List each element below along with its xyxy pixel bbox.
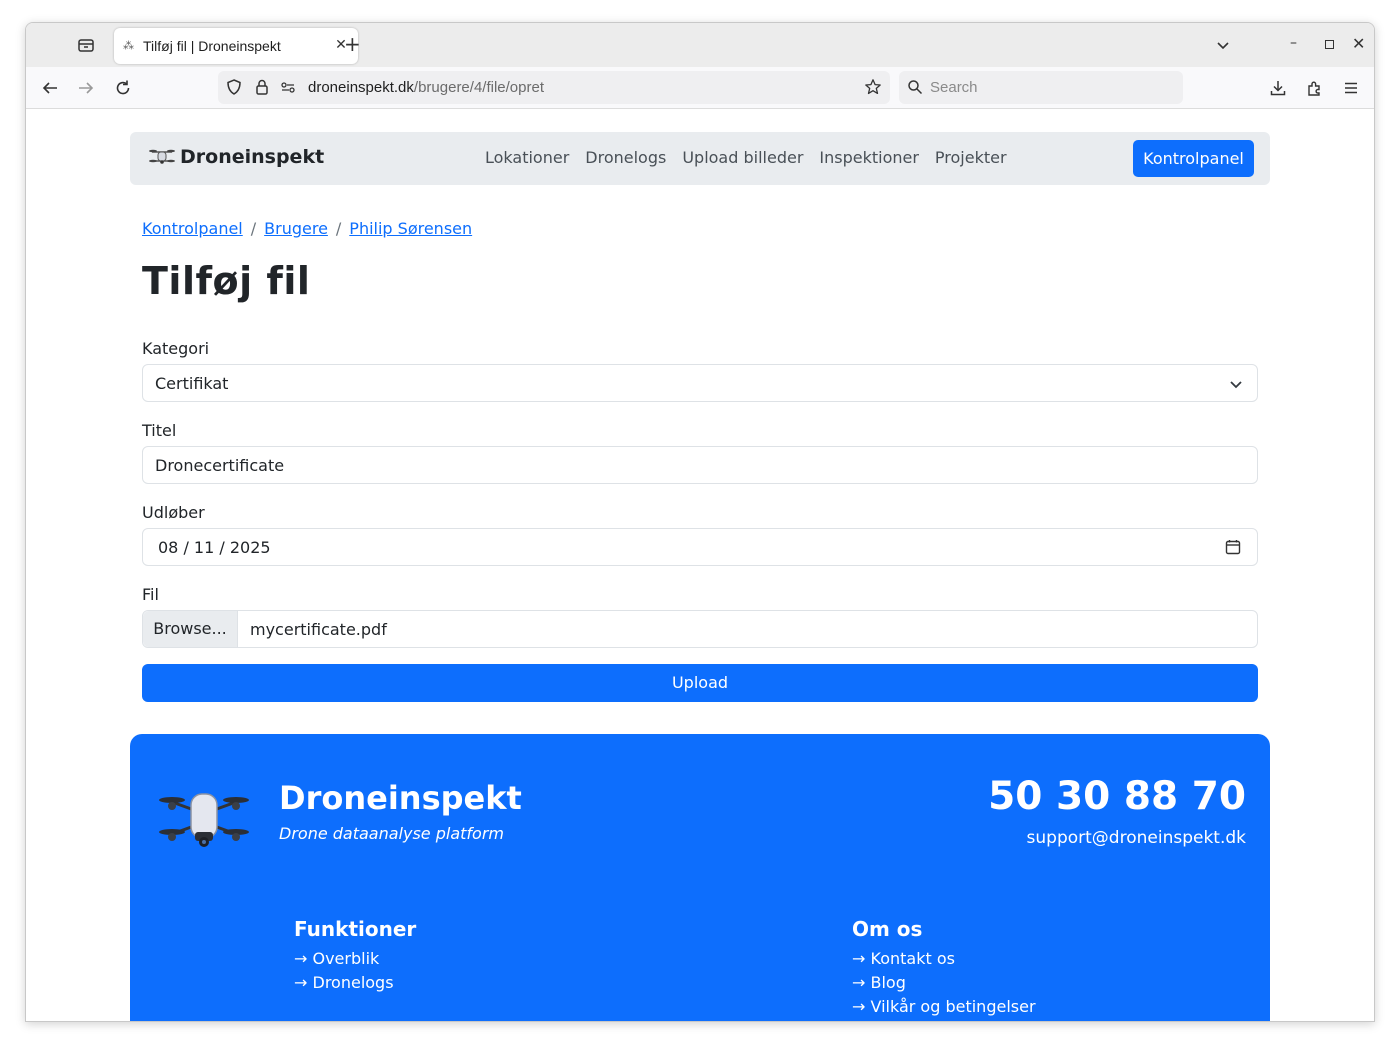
window-close-icon[interactable]: ✕ [1352, 34, 1365, 53]
expires-label: Udløber [142, 503, 205, 522]
nav-link-inspektioner[interactable]: Inspektioner [819, 148, 919, 167]
browse-button[interactable]: Browse... [143, 611, 238, 647]
file-name: mycertificate.pdf [250, 620, 387, 639]
site-footer: Droneinspekt Drone dataanalyse platform … [130, 734, 1270, 1021]
chevron-down-icon [1230, 381, 1242, 389]
search-icon [908, 80, 923, 95]
file-label: Fil [142, 585, 159, 604]
menu-icon[interactable] [1342, 79, 1360, 97]
tab-list-icon[interactable] [76, 35, 96, 55]
tab-strip: ⁂ Tilføj fil | Droneinspekt ✕ + – ✕ [26, 23, 1374, 67]
permissions-icon[interactable] [280, 79, 296, 95]
new-tab-icon[interactable]: + [344, 34, 361, 54]
breadcrumb-separator: / [250, 219, 257, 238]
bookmark-star-icon[interactable] [864, 78, 882, 96]
browser-tab[interactable]: ⁂ Tilføj fil | Droneinspekt ✕ [114, 28, 358, 64]
footer-link-overblik[interactable]: → Overblik [294, 947, 416, 971]
url-text[interactable]: droneinspekt.dk/brugere/4/file/opret [308, 79, 544, 96]
category-value: Certifikat [155, 374, 229, 393]
reload-icon[interactable] [114, 79, 132, 97]
footer-phone[interactable]: 50 30 88 70 [988, 774, 1246, 819]
forward-arrow-icon[interactable] [77, 79, 95, 97]
minimize-icon[interactable]: – [1290, 35, 1297, 51]
drone-favicon-icon: ⁂ [123, 39, 134, 52]
footer-heading-om-os: Om os [852, 917, 923, 941]
category-label: Kategori [142, 339, 210, 358]
page-content: Droneinspekt Lokationer Dronelogs Upload… [26, 109, 1374, 1021]
shield-icon[interactable] [225, 78, 243, 96]
file-input[interactable]: Browse... mycertificate.pdf [142, 610, 1258, 648]
calendar-icon[interactable] [1225, 539, 1241, 555]
title-value: Dronecertificate [155, 456, 285, 475]
footer-link-dronelogs[interactable]: → Dronelogs [294, 971, 416, 995]
breadcrumb: Kontrolpanel / Brugere / Philip Sørensen [142, 219, 472, 238]
download-icon[interactable] [1269, 79, 1287, 97]
footer-email[interactable]: support@droneinspekt.dk [1027, 828, 1246, 848]
url-path: /brugere/4/file/opret [413, 79, 544, 96]
breadcrumb-brugere[interactable]: Brugere [264, 219, 328, 238]
footer-heading-funktioner: Funktioner [294, 917, 417, 941]
page-title: Tilføj fil [142, 259, 311, 303]
brand-text: Droneinspekt [180, 146, 325, 168]
expires-date-input[interactable]: 08 / 11 / 2025 [142, 528, 1258, 566]
chevron-down-icon[interactable] [1215, 37, 1231, 53]
footer-brand: Droneinspekt [279, 779, 522, 817]
drone-logo-icon [149, 149, 175, 164]
breadcrumb-separator: / [335, 219, 342, 238]
site-navbar: Droneinspekt Lokationer Dronelogs Upload… [130, 132, 1270, 185]
browser-toolbar: droneinspekt.dk/brugere/4/file/opret Sea… [26, 67, 1374, 109]
nav-link-projekter[interactable]: Projekter [935, 148, 1007, 167]
browser-window: ⁂ Tilføj fil | Droneinspekt ✕ + – ✕ dron… [25, 22, 1375, 1022]
kontrolpanel-button[interactable]: Kontrolpanel [1133, 140, 1254, 177]
url-bar[interactable]: droneinspekt.dk/brugere/4/file/opret [218, 71, 890, 104]
footer-tagline: Drone dataanalyse platform [279, 824, 504, 843]
lock-icon[interactable] [253, 78, 271, 96]
site-nav-links: Lokationer Dronelogs Upload billeder Ins… [485, 148, 1007, 167]
footer-link-blog[interactable]: → Blog [852, 971, 1036, 995]
footer-col-om-os: Om os → Kontakt os → Blog → Vilkår og be… [852, 917, 1036, 1019]
tab-title: Tilføj fil | Droneinspekt [143, 38, 281, 54]
expires-value: 08 / 11 / 2025 [158, 538, 271, 557]
footer-link-vilkaar[interactable]: → Vilkår og betingelser [852, 995, 1036, 1019]
upload-button[interactable]: Upload [142, 664, 1258, 702]
back-arrow-icon[interactable] [41, 79, 59, 97]
footer-col-funktioner: Funktioner → Overblik → Dronelogs [294, 917, 416, 995]
search-bar[interactable]: Search [899, 71, 1183, 104]
nav-link-upload-billeder[interactable]: Upload billeder [682, 148, 803, 167]
extensions-icon[interactable] [1306, 79, 1324, 97]
title-label: Titel [142, 421, 177, 440]
nav-link-lokationer[interactable]: Lokationer [485, 148, 569, 167]
search-placeholder: Search [930, 79, 978, 96]
site-brand[interactable]: Droneinspekt [148, 146, 324, 168]
category-select[interactable]: Certifikat [142, 364, 1258, 402]
breadcrumb-user[interactable]: Philip Sørensen [349, 219, 472, 238]
title-input[interactable]: Dronecertificate [142, 446, 1258, 484]
url-host: droneinspekt.dk [308, 79, 414, 96]
breadcrumb-kontrolpanel[interactable]: Kontrolpanel [142, 219, 243, 238]
nav-link-dronelogs[interactable]: Dronelogs [585, 148, 666, 167]
drone-logo-icon [159, 793, 249, 847]
footer-link-kontakt[interactable]: → Kontakt os [852, 947, 1036, 971]
maximize-icon[interactable] [1325, 40, 1334, 49]
